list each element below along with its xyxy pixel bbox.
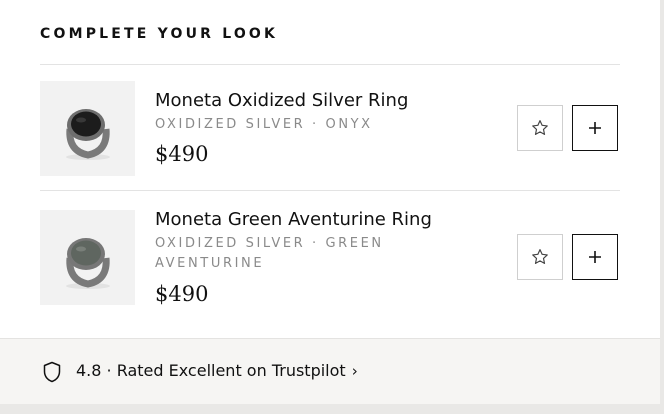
product-name[interactable]: Moneta Green Aventurine Ring bbox=[155, 209, 432, 230]
divider bbox=[40, 190, 620, 191]
frame-edge bbox=[660, 0, 664, 414]
product-image[interactable] bbox=[40, 81, 135, 176]
divider bbox=[40, 64, 620, 65]
product-price: $490 bbox=[155, 142, 209, 166]
ring-image bbox=[65, 237, 110, 289]
product-price: $490 bbox=[155, 282, 209, 306]
add-to-bag-button[interactable] bbox=[572, 105, 618, 151]
product-variant: OXIDIZED SILVER · GREEN AVENTURINE bbox=[155, 236, 384, 271]
product-image[interactable] bbox=[40, 210, 135, 305]
plus-icon bbox=[589, 251, 601, 263]
ring-image bbox=[65, 108, 110, 160]
star-outline-icon bbox=[532, 120, 548, 135]
chevron-right-icon: › bbox=[351, 362, 358, 380]
complete-your-look-panel: COMPLETE YOUR LOOK Moneta Oxidized Silve… bbox=[0, 0, 660, 414]
wishlist-button[interactable] bbox=[517, 234, 563, 280]
trustpilot-link[interactable]: 4.8 · Rated Excellent on Trustpilot › bbox=[76, 361, 358, 380]
add-to-bag-button[interactable] bbox=[572, 234, 618, 280]
product-name[interactable]: Moneta Oxidized Silver Ring bbox=[155, 90, 408, 111]
ring-stone bbox=[70, 240, 101, 265]
trustpilot-bar[interactable]: 4.8 · Rated Excellent on Trustpilot › bbox=[0, 338, 660, 405]
wishlist-button[interactable] bbox=[517, 105, 563, 151]
frame-edge bbox=[0, 404, 664, 414]
product-variant: OXIDIZED SILVER · ONYX bbox=[155, 117, 373, 132]
trustpilot-rating-text: 4.8 · Rated Excellent on Trustpilot bbox=[76, 361, 346, 380]
shield-icon bbox=[43, 361, 61, 383]
plus-icon bbox=[589, 122, 601, 134]
ring-stone bbox=[70, 111, 101, 136]
star-outline-icon bbox=[532, 249, 548, 264]
section-title: COMPLETE YOUR LOOK bbox=[40, 26, 279, 42]
